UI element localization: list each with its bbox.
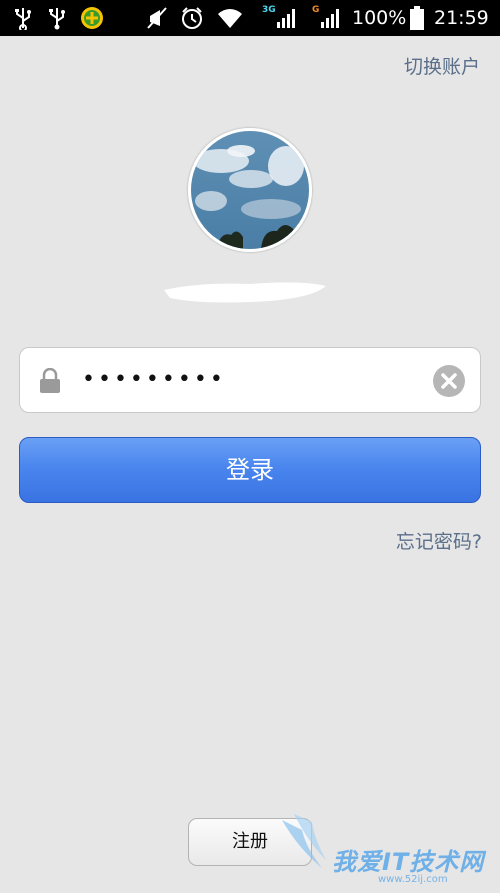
- forgot-password-link[interactable]: 忘记密码?: [396, 527, 482, 554]
- network-type-label: 3G: [262, 5, 276, 15]
- clock: 21:59: [434, 7, 489, 29]
- usb-icon: [49, 8, 65, 30]
- battery-icon: [410, 6, 424, 30]
- status-bar: 3G G 100% 21:59: [0, 0, 500, 36]
- clear-icon[interactable]: [432, 364, 466, 398]
- login-button[interactable]: 登录: [19, 437, 481, 503]
- alarm-icon: [182, 7, 202, 29]
- password-value[interactable]: •••••••••: [82, 366, 226, 394]
- battery-percent: 100%: [352, 7, 407, 29]
- watermark-url: www.52ij.com: [378, 874, 448, 885]
- network-type-label: G: [312, 5, 320, 15]
- username-mask: [164, 282, 326, 303]
- watermark: 我爱IT技术网 www.52ij.com: [278, 808, 500, 889]
- switch-account-link[interactable]: 切换账户: [404, 52, 480, 79]
- app-notification-icon: [81, 7, 103, 29]
- avatar: [188, 128, 312, 252]
- usb-icon: [15, 8, 31, 30]
- wifi-icon: [218, 9, 242, 28]
- watermark-text: 我爱IT技术网: [332, 848, 485, 876]
- mute-icon: [147, 7, 167, 29]
- signal-3g-icon: [277, 9, 295, 28]
- lock-icon: [40, 368, 60, 393]
- password-field[interactable]: •••••••••: [19, 347, 481, 413]
- signal-g-icon: [321, 9, 339, 28]
